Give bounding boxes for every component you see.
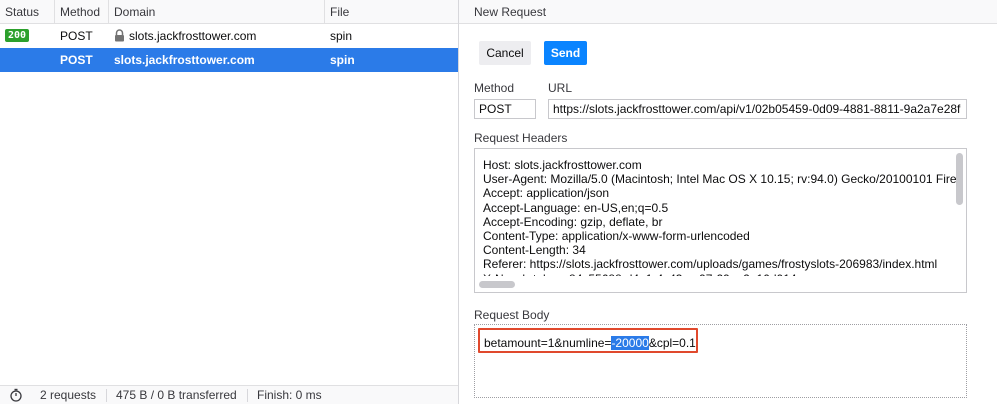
domain-cell: slots.jackfrosttower.com <box>109 24 325 48</box>
request-row-selected[interactable]: POST slots.jackfrosttower.com spin <box>0 48 458 72</box>
url-input[interactable]: https://slots.jackfrosttower.com/api/v1/… <box>548 99 967 119</box>
file-cell: spin <box>330 53 355 67</box>
status-footer: 2 requests 475 B / 0 B transferred Finis… <box>0 385 458 404</box>
status-cell: 200 <box>0 24 55 48</box>
body-text-prefix: betamount=1&numline= <box>484 336 612 350</box>
method-input[interactable]: POST <box>474 99 536 119</box>
request-row[interactable]: 200 POST slots.jackfrosttower.com spin <box>0 24 458 48</box>
finish-time: Finish: 0 ms <box>257 388 322 402</box>
status-badge: 200 <box>5 29 30 43</box>
footer-divider <box>106 389 107 402</box>
lock-icon <box>115 29 124 42</box>
request-table-header: Status Method Domain File <box>0 0 458 24</box>
stopwatch-icon[interactable] <box>9 388 23 402</box>
vertical-scrollbar[interactable] <box>956 153 963 205</box>
method-cell: POST <box>60 29 93 43</box>
request-body-label: Request Body <box>474 308 550 322</box>
status-cell <box>0 48 55 72</box>
file-cell: spin <box>330 29 353 43</box>
request-count: 2 requests <box>40 388 97 402</box>
request-headers-label: Request Headers <box>474 131 568 145</box>
new-request-panel: New Request Cancel Send Method URL POST … <box>459 0 997 404</box>
request-headers-textarea[interactable]: Host: slots.jackfrosttower.com User-Agen… <box>474 148 967 293</box>
domain-text: slots.jackfrosttower.com <box>129 29 257 43</box>
request-headers-text: Host: slots.jackfrosttower.com User-Agen… <box>483 158 960 286</box>
method-label: Method <box>474 81 515 95</box>
cancel-button[interactable]: Cancel <box>479 41 531 65</box>
url-label: URL <box>548 81 573 95</box>
body-text-suffix: &cpl=0.1 <box>648 336 696 350</box>
domain-cell: slots.jackfrosttower.com <box>114 53 255 67</box>
column-header-domain[interactable]: Domain <box>109 0 325 24</box>
column-header-file[interactable]: File <box>325 0 458 24</box>
transfer-summary: 475 B / 0 B transferred <box>116 388 237 402</box>
request-list-pane: Status Method Domain File 200 POST slots… <box>0 0 458 404</box>
horizontal-scrollbar-track <box>475 276 966 292</box>
panel-header: New Request <box>459 0 997 24</box>
request-body-textarea[interactable]: betamount=1&numline=-20000&cpl=0.1 <box>474 324 967 398</box>
method-cell: POST <box>60 53 93 67</box>
panel-title: New Request <box>474 5 547 19</box>
column-header-status[interactable]: Status <box>0 0 55 24</box>
footer-divider <box>247 389 248 402</box>
horizontal-scrollbar[interactable] <box>479 281 515 288</box>
send-button[interactable]: Send <box>544 41 587 65</box>
request-body-text: betamount=1&numline=-20000&cpl=0.1 <box>484 336 696 350</box>
column-header-method[interactable]: Method <box>55 0 109 24</box>
body-selected-text: -20000 <box>611 336 649 350</box>
